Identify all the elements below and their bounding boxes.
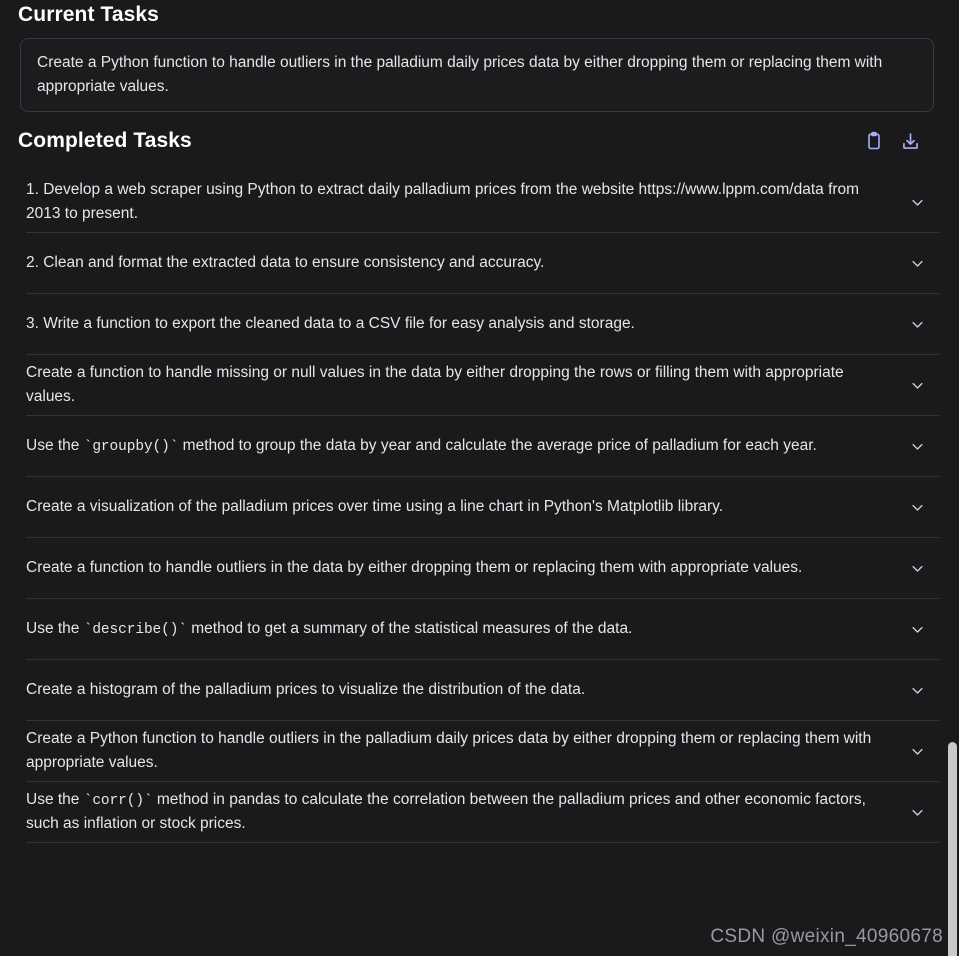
current-tasks-heading: Current Tasks [18,3,159,26]
chevron-down-icon[interactable] [909,438,925,454]
chevron-down-icon[interactable] [909,560,925,576]
download-button[interactable] [899,130,921,152]
scrollbar-thumb[interactable] [948,742,957,956]
task-panel: Current Tasks Create a Python function t… [0,0,959,956]
task-row-label: Create a function to handle outliers in … [26,559,803,577]
task-row[interactable]: Use the `groupby()` method to group the … [26,416,939,477]
chevron-down-icon[interactable] [909,621,925,637]
task-row-label: Use the `corr()` method in pandas to cal… [26,791,866,833]
task-row[interactable]: Use the `corr()` method in pandas to cal… [26,782,939,843]
task-row[interactable]: 1. Develop a web scraper using Python to… [26,172,939,233]
copy-to-clipboard-button[interactable] [863,130,885,152]
chevron-down-icon[interactable] [909,499,925,515]
current-task-card: Create a Python function to handle outli… [20,38,934,113]
chevron-down-icon[interactable] [909,194,925,210]
task-row-label: Create a Python function to handle outli… [26,730,872,771]
task-row[interactable]: 2. Clean and format the extracted data t… [26,233,939,294]
chevron-down-icon[interactable] [909,316,925,332]
task-row-label: Create a function to handle missing or n… [26,364,844,405]
task-row-label: 1. Develop a web scraper using Python to… [26,181,860,222]
task-row-label: Create a histogram of the palladium pric… [26,681,586,699]
clipboard-icon [864,131,884,151]
completed-tasks-header: Completed Tasks [18,126,939,156]
task-row-label: 2. Clean and format the extracted data t… [26,254,545,272]
task-row-label: Use the `groupby()` method to group the … [26,436,817,455]
completed-tasks-actions [863,130,939,152]
scrollbar-track[interactable] [946,172,959,956]
chevron-down-icon[interactable] [909,255,925,271]
task-row[interactable]: Create a Python function to handle outli… [26,721,939,782]
inline-code: `groupby()` [83,438,179,455]
chevron-down-icon[interactable] [909,377,925,393]
task-row[interactable]: Use the `describe()` method to get a sum… [26,599,939,660]
inline-code: `corr()` [83,793,153,810]
task-row-label: Create a visualization of the palladium … [26,498,724,516]
task-row[interactable]: Create a histogram of the palladium pric… [26,660,939,721]
download-icon [900,131,921,152]
completed-tasks-heading: Completed Tasks [18,129,192,153]
inline-code: `describe()` [83,621,187,638]
task-row[interactable]: Create a visualization of the palladium … [26,477,939,538]
task-row[interactable]: 3. Write a function to export the cleane… [26,294,939,355]
completed-tasks-list: 1. Develop a web scraper using Python to… [0,172,959,956]
task-row-label: 3. Write a function to export the cleane… [26,315,635,333]
current-task-text: Create a Python function to handle outli… [37,54,883,95]
chevron-down-icon[interactable] [909,682,925,698]
task-row[interactable]: Create a function to handle outliers in … [26,538,939,599]
chevron-down-icon[interactable] [909,804,925,820]
chevron-down-icon[interactable] [909,743,925,759]
task-row-label: Use the `describe()` method to get a sum… [26,619,633,638]
task-row[interactable]: Create a function to handle missing or n… [26,355,939,416]
